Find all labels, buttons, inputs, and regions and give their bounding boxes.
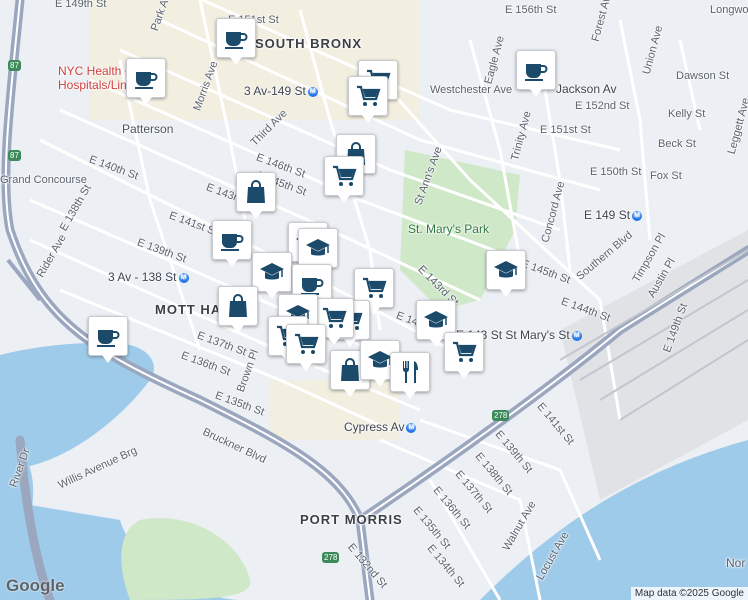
coffee-icon [95,323,121,349]
area-label: PORT MORRIS [300,512,403,527]
street-label: Grand Concourse [0,174,87,186]
shopping-cart-icon [331,163,357,189]
station-label: 3 Av - 138 St M [108,270,189,284]
street-label: Longwood [710,4,748,16]
route-shield: 87 [8,150,21,161]
route-shield: 87 [8,60,21,71]
park-label: St. Mary's Park [408,222,489,236]
street-label: Kelly St [668,108,706,120]
area-label: Nor [726,556,746,570]
map-marker[interactable] [252,252,292,299]
station-label: Cypress Av M [344,420,417,434]
map-marker[interactable] [298,228,338,275]
street-label: Westchester Ave [430,84,513,96]
subway-icon: M [406,422,417,433]
map-marker[interactable] [212,220,252,267]
route-shield: 278 [492,410,510,421]
subway-icon: M [307,86,318,97]
shopping-cart-icon [451,339,477,365]
poi-label: Patterson [122,122,174,136]
shopping-bag-icon [225,293,251,319]
street-label: E 152nd St [575,100,630,112]
map[interactable]: E 149th St E 151st St E 156th St Park Av… [0,0,748,600]
street-label: E 150th St [590,166,642,178]
map-marker[interactable] [126,58,166,105]
street-label: E 151st St [540,124,591,136]
coffee-icon [523,57,549,83]
map-marker[interactable] [88,316,128,363]
street-label: Dawson St [676,70,730,82]
map-marker[interactable] [236,172,276,219]
street-label: E 149th St [55,0,107,10]
map-marker[interactable] [390,352,430,399]
coffee-icon [219,227,245,253]
street-label: Beck St [658,138,696,150]
coffee-icon [223,25,249,51]
map-marker[interactable] [324,156,364,203]
school-icon [259,259,285,285]
shopping-cart-icon [355,83,381,109]
map-marker[interactable] [216,18,256,65]
restaurant-icon [397,359,423,385]
map-marker[interactable] [516,50,556,97]
map-marker[interactable] [286,324,326,371]
map-marker[interactable] [348,76,388,123]
google-logo: Google [6,576,65,595]
station-label: 3 Av-149 St M [244,84,318,98]
subway-icon: M [571,330,582,341]
school-icon [423,307,449,333]
station-label: E 149 St M [584,208,643,222]
route-shield: 278 [322,552,340,563]
coffee-icon [133,65,159,91]
shopping-bag-icon [243,179,269,205]
school-icon [493,257,519,283]
subway-icon: M [178,272,189,283]
area-label: SOUTH BRONX [255,36,363,51]
map-marker[interactable] [218,286,258,333]
map-marker[interactable] [486,250,526,297]
street-label: Fox St [650,170,682,182]
subway-icon: M [632,210,643,221]
station-label: Jackson Av [556,82,617,96]
map-attribution[interactable]: Map data ©2025 Google [630,587,748,600]
shopping-cart-icon [361,275,387,301]
street-label: E 156th St [505,4,557,16]
map-marker[interactable] [444,332,484,379]
shopping-cart-icon [293,331,319,357]
school-icon [305,235,331,261]
